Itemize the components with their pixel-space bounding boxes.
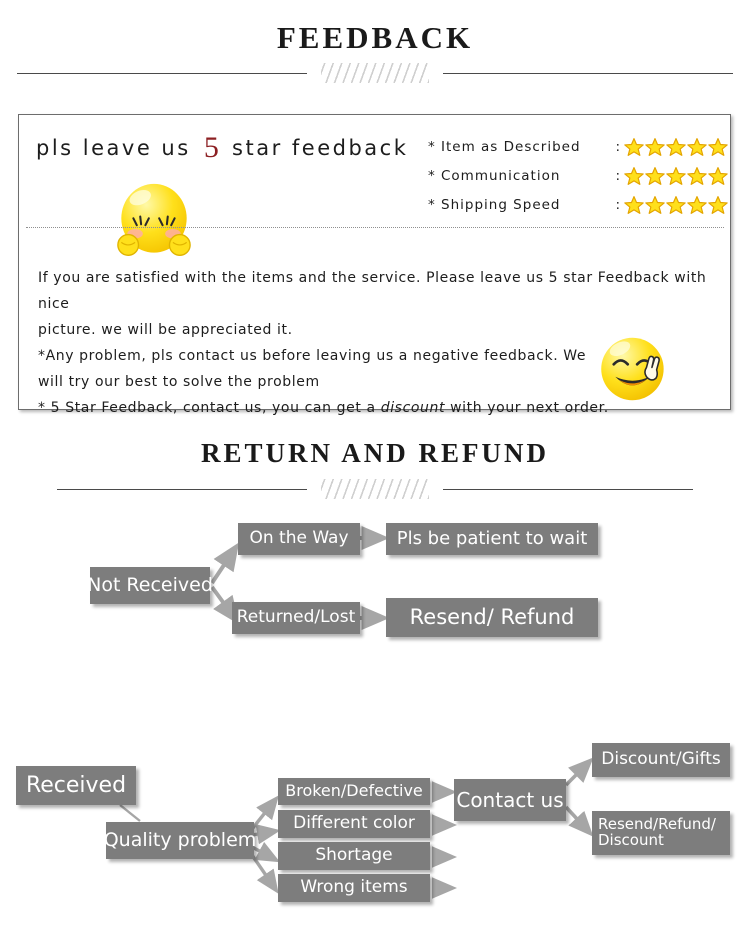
divider-rule-left bbox=[57, 488, 307, 490]
flow-node-wrong-items[interactable]: Wrong items bbox=[278, 874, 430, 902]
divider-rule-right bbox=[443, 488, 693, 490]
star-icon bbox=[666, 195, 686, 214]
rating-row: * Item as Described : bbox=[428, 132, 728, 161]
hatch-divider-icon bbox=[321, 479, 429, 499]
return-divider bbox=[0, 476, 750, 502]
star-icon bbox=[624, 195, 644, 214]
star-rating-communication bbox=[624, 166, 728, 186]
flowchart-not-received: Not Received On the Way Pls be patient t… bbox=[0, 505, 750, 665]
dotted-separator bbox=[26, 227, 724, 228]
flowchart-received: Received Quality problem Broken/Defectiv… bbox=[0, 735, 750, 925]
star-icon bbox=[687, 195, 707, 214]
flow-node-on-the-way[interactable]: On the Way bbox=[238, 523, 360, 555]
star-icon bbox=[666, 166, 686, 185]
shy-face-emoji-icon bbox=[117, 183, 191, 256]
headline-text-after: star feedback bbox=[222, 136, 409, 160]
star-icon bbox=[645, 137, 665, 156]
rating-label: Communication bbox=[441, 167, 561, 184]
flow-node-broken-defective[interactable]: Broken/Defective bbox=[278, 778, 430, 805]
flow-node-resend-refund-discount[interactable]: Resend/Refund/ Discount bbox=[592, 811, 730, 855]
star-icon bbox=[645, 195, 665, 214]
flow-node-pls-be-patient-to-wait[interactable]: Pls be patient to wait bbox=[386, 523, 598, 555]
star-icon bbox=[666, 137, 686, 156]
paragraph-line-part: with your next order. bbox=[445, 400, 609, 416]
feedback-divider bbox=[0, 60, 750, 86]
rating-list: * Item as Described : * Communication : bbox=[428, 132, 728, 219]
discount-emphasis: discount bbox=[380, 400, 446, 416]
feedback-panel: pls leave us 5 star feedback * Item as D… bbox=[18, 114, 731, 416]
star-rating-shipping-speed bbox=[624, 195, 728, 215]
star-icon bbox=[687, 166, 707, 185]
rating-row: * Communication : bbox=[428, 161, 728, 190]
rating-row: * Shipping Speed : bbox=[428, 190, 728, 219]
asterisk-icon: * bbox=[428, 138, 436, 155]
page-title-return-and-refund: RETURN AND REFUND bbox=[200, 438, 549, 468]
rating-label: Shipping Speed bbox=[441, 196, 561, 213]
paragraph-line: If you are satisfied with the items and … bbox=[38, 270, 707, 312]
page-title-feedback: FEEDBACK bbox=[276, 20, 474, 55]
asterisk-icon: * bbox=[428, 167, 436, 184]
star-icon bbox=[687, 137, 707, 156]
flow-node-discount-gifts[interactable]: Discount/Gifts bbox=[592, 743, 730, 777]
flow-node-shortage[interactable]: Shortage bbox=[278, 842, 430, 870]
star-icon bbox=[645, 166, 665, 185]
divider-rule-left bbox=[17, 72, 307, 74]
flow-node-received[interactable]: Received bbox=[16, 766, 136, 805]
divider-rule-right bbox=[443, 72, 733, 74]
rating-colon: : bbox=[615, 138, 621, 155]
rating-label: Item as Described bbox=[441, 138, 581, 155]
feedback-headline: pls leave us 5 star feedback bbox=[36, 131, 408, 165]
star-icon bbox=[708, 137, 728, 156]
headline-text-before: pls leave us bbox=[36, 136, 200, 160]
hatch-divider-icon bbox=[321, 63, 429, 83]
flow-node-contact-us[interactable]: Contact us bbox=[454, 779, 566, 821]
flow-node-not-received[interactable]: Not Received bbox=[87, 567, 213, 604]
rating-colon: : bbox=[615, 196, 621, 213]
paragraph-line-part: * 5 Star Feedback, contact us, you can g… bbox=[38, 400, 381, 416]
rating-colon: : bbox=[615, 167, 621, 184]
flow-node-different-color[interactable]: Different color bbox=[278, 810, 430, 838]
star-icon bbox=[708, 166, 728, 185]
star-rating-item-as-described bbox=[624, 137, 728, 157]
star-icon bbox=[624, 166, 644, 185]
asterisk-icon: * bbox=[428, 196, 436, 213]
flow-node-resend-refund[interactable]: Resend/ Refund bbox=[386, 598, 598, 637]
star-icon bbox=[624, 137, 644, 156]
flow-node-returned-lost[interactable]: Returned/Lost bbox=[232, 602, 360, 634]
headline-star-count: 5 bbox=[203, 131, 219, 164]
smiling-peace-face-emoji-icon bbox=[601, 337, 664, 401]
star-icon bbox=[708, 195, 728, 214]
flow-node-quality-problem[interactable]: Quality problem bbox=[104, 822, 256, 859]
